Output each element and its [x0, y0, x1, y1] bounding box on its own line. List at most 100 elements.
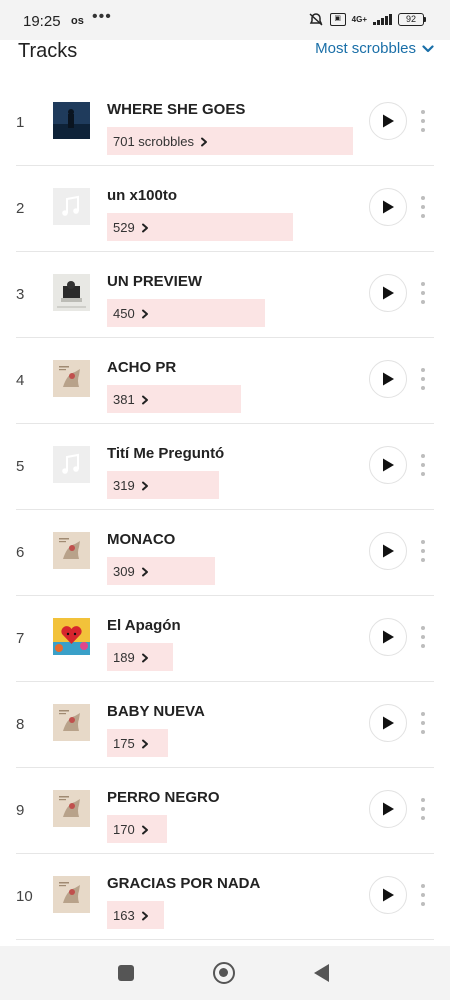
more-options-button[interactable]	[418, 110, 428, 132]
track-name[interactable]: PERRO NEGRO	[107, 789, 220, 806]
scrobble-bar[interactable]: 381	[107, 385, 241, 413]
scrobble-count-label: 450	[113, 306, 135, 321]
more-options-button[interactable]	[418, 540, 428, 562]
scrobble-bar[interactable]: 450	[107, 299, 265, 327]
more-options-button[interactable]	[418, 282, 428, 304]
more-dot	[421, 549, 425, 553]
more-dot	[421, 110, 425, 114]
more-options-button[interactable]	[418, 798, 428, 820]
more-options-button[interactable]	[418, 884, 428, 906]
track-rank: 9	[16, 802, 25, 819]
play-button[interactable]	[369, 446, 407, 484]
play-button[interactable]	[369, 532, 407, 570]
play-icon	[383, 888, 394, 902]
more-options-button[interactable]	[418, 626, 428, 648]
track-row[interactable]: 7 El Apagón 189	[16, 596, 434, 682]
status-bar: 19:25 os ••• ▣ 4G+ 92	[0, 0, 450, 40]
more-dot	[421, 205, 425, 209]
more-dot	[421, 282, 425, 286]
status-time: 19:25	[23, 13, 61, 30]
play-icon	[383, 458, 394, 472]
track-row[interactable]: 8 BABY NUEVA 175	[16, 682, 434, 768]
scrobble-count: 163	[113, 908, 149, 923]
play-button[interactable]	[369, 876, 407, 914]
scrobble-count-label: 189	[113, 650, 135, 665]
scrobble-count: 309	[113, 564, 149, 579]
more-dot	[421, 377, 425, 381]
scrobble-count: 529	[113, 220, 149, 235]
play-button[interactable]	[369, 274, 407, 312]
play-button[interactable]	[369, 704, 407, 742]
play-button[interactable]	[369, 790, 407, 828]
track-name[interactable]: GRACIAS POR NADA	[107, 875, 260, 892]
track-rank: 8	[16, 716, 25, 733]
scrobble-count: 175	[113, 736, 149, 751]
track-name[interactable]: El Apagón	[107, 617, 181, 634]
track-row[interactable]: 10 GRACIAS POR NADA 163	[16, 854, 434, 940]
track-rank: 6	[16, 544, 25, 561]
track-name[interactable]: BABY NUEVA	[107, 703, 205, 720]
sort-label: Most scrobbles	[315, 40, 416, 57]
silent-alarm-icon	[309, 13, 323, 26]
more-dot	[421, 626, 425, 630]
track-row[interactable]: 2 un x100to 529	[16, 166, 434, 252]
more-dot	[421, 196, 425, 200]
section-title: Tracks	[18, 40, 78, 62]
track-row[interactable]: 3 UN PREVIEW 450	[16, 252, 434, 338]
play-button[interactable]	[369, 188, 407, 226]
recents-button[interactable]	[118, 965, 134, 981]
play-icon	[383, 716, 394, 730]
battery-icon: 92	[398, 12, 426, 26]
back-button[interactable]	[314, 964, 329, 982]
album-cover	[53, 532, 90, 569]
scrobble-bar[interactable]: 175	[107, 729, 168, 757]
scrobble-bar[interactable]: 529	[107, 213, 293, 241]
scrobble-bar[interactable]: 163	[107, 901, 164, 929]
more-options-button[interactable]	[418, 712, 428, 734]
scrobble-bar[interactable]: 319	[107, 471, 219, 499]
scrobble-count-label: 319	[113, 478, 135, 493]
more-options-button[interactable]	[418, 454, 428, 476]
track-row[interactable]: 1 WHERE SHE GOES 701 scrobbles	[16, 80, 434, 166]
more-dot	[421, 884, 425, 888]
chevron-right-icon	[141, 653, 148, 662]
play-button[interactable]	[369, 102, 407, 140]
more-dot	[421, 721, 425, 725]
play-icon	[383, 544, 394, 558]
home-button[interactable]	[213, 962, 235, 984]
sort-dropdown[interactable]: Most scrobbles	[315, 40, 434, 57]
track-name[interactable]: un x100to	[107, 187, 177, 204]
network-type: 4G+	[351, 14, 367, 24]
chevron-right-icon	[200, 137, 207, 146]
play-button[interactable]	[369, 618, 407, 656]
album-cover	[53, 876, 90, 913]
track-rank: 4	[16, 372, 25, 389]
scrobble-bar[interactable]: 189	[107, 643, 173, 671]
track-name[interactable]: WHERE SHE GOES	[107, 101, 245, 118]
track-row[interactable]: 9 PERRO NEGRO 170	[16, 768, 434, 854]
track-row[interactable]: 5 Tití Me Preguntó 319	[16, 424, 434, 510]
os-badge: os	[71, 15, 84, 27]
scrobble-count-label: 163	[113, 908, 135, 923]
scrobble-bar[interactable]: 701 scrobbles	[107, 127, 353, 155]
album-cover	[53, 446, 90, 483]
more-dot	[421, 816, 425, 820]
chevron-right-icon	[141, 309, 148, 318]
track-name[interactable]: Tití Me Preguntó	[107, 445, 224, 462]
track-row[interactable]: 6 MONACO 309	[16, 510, 434, 596]
play-button[interactable]	[369, 360, 407, 398]
more-dot	[421, 558, 425, 562]
more-options-button[interactable]	[418, 196, 428, 218]
more-dot	[421, 472, 425, 476]
track-row[interactable]: 4 ACHO PR 381	[16, 338, 434, 424]
track-name[interactable]: UN PREVIEW	[107, 273, 202, 290]
more-dot	[421, 300, 425, 304]
track-name[interactable]: ACHO PR	[107, 359, 176, 376]
track-name[interactable]: MONACO	[107, 531, 175, 548]
scrobble-bar[interactable]: 309	[107, 557, 215, 585]
scrobble-bar[interactable]: 170	[107, 815, 167, 843]
more-options-button[interactable]	[418, 368, 428, 390]
more-dot	[421, 214, 425, 218]
play-icon	[383, 802, 394, 816]
more-dot	[421, 644, 425, 648]
